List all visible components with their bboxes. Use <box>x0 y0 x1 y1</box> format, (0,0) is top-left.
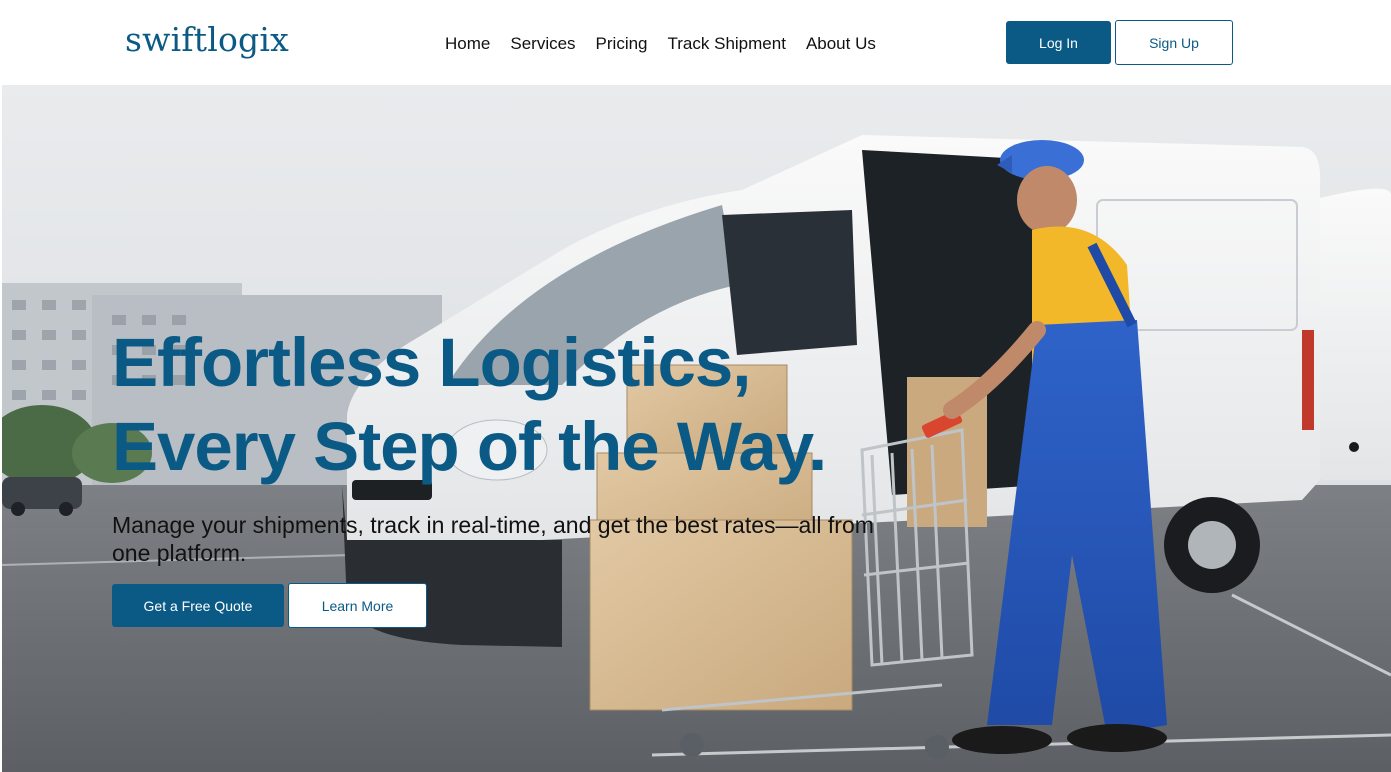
hero-section: Effortless Logistics, Every Step of the … <box>2 85 1391 772</box>
hero-subheadline: Manage your shipments, track in real-tim… <box>112 512 874 566</box>
nav-home[interactable]: Home <box>445 33 490 55</box>
brand-logo[interactable]: swiftlogix <box>125 18 289 62</box>
nav-pricing[interactable]: Pricing <box>596 33 648 55</box>
hero-headline-line2: Every Step of the Way. <box>112 408 827 485</box>
nav-track-shipment[interactable]: Track Shipment <box>668 33 786 55</box>
hero-headline-line1: Effortless Logistics, <box>112 324 751 401</box>
site-header: swiftlogix Home Services Pricing Track S… <box>0 0 1391 85</box>
nav-about-us[interactable]: About Us <box>806 33 876 55</box>
signup-button[interactable]: Sign Up <box>1115 20 1233 65</box>
get-free-quote-button[interactable]: Get a Free Quote <box>112 584 284 627</box>
learn-more-button[interactable]: Learn More <box>288 583 427 628</box>
nav-services[interactable]: Services <box>510 33 575 55</box>
main-nav: Home Services Pricing Track Shipment Abo… <box>445 32 896 56</box>
login-button[interactable]: Log In <box>1006 21 1111 64</box>
hero-headline: Effortless Logistics, Every Step of the … <box>112 321 827 489</box>
